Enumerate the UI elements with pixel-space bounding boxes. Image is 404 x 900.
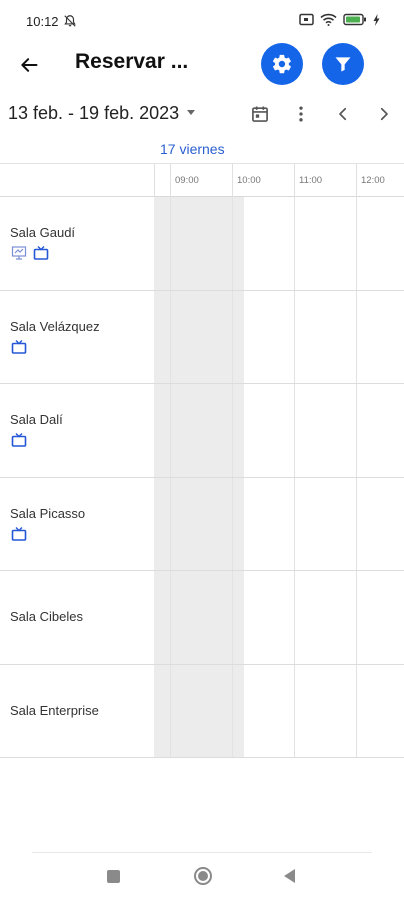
screen-icon xyxy=(299,13,314,26)
unavailable-slot xyxy=(154,197,244,290)
hour-label: 12:00 xyxy=(361,175,385,186)
room-name: Sala Cibeles xyxy=(10,609,83,624)
chevron-right-icon xyxy=(380,107,388,121)
tv-icon xyxy=(33,246,49,260)
timeline[interactable] xyxy=(154,290,404,383)
gear-icon xyxy=(272,54,291,74)
battery-icon xyxy=(343,13,366,26)
room-row[interactable]: Sala Dalí xyxy=(0,384,404,478)
nav-divider xyxy=(32,852,372,853)
room-features xyxy=(11,339,27,355)
status-time: 10:12 xyxy=(26,14,59,29)
hour-header: 09:00 10:00 11:00 12:00 xyxy=(0,163,404,197)
room-row[interactable]: Sala Cibeles xyxy=(0,571,404,665)
home-icon[interactable] xyxy=(194,867,212,885)
timeline[interactable] xyxy=(154,664,404,757)
unavailable-slot xyxy=(154,664,244,757)
timeline[interactable] xyxy=(154,571,404,664)
chevron-left-icon xyxy=(339,107,347,121)
status-icons xyxy=(299,13,380,26)
recents-icon[interactable] xyxy=(107,870,120,883)
tv-icon xyxy=(11,339,27,354)
calendar-button[interactable] xyxy=(247,101,273,127)
filter-button[interactable] xyxy=(322,43,364,85)
back-button[interactable] xyxy=(12,48,46,82)
back-icon[interactable] xyxy=(284,869,295,883)
tv-icon xyxy=(11,433,27,447)
filter-icon xyxy=(335,57,351,72)
room-name: Sala Velázquez xyxy=(10,318,100,334)
hour-slot: 09:00 xyxy=(170,164,232,197)
next-week-button[interactable] xyxy=(371,101,397,127)
hour-label: 11:00 xyxy=(299,175,323,186)
hour-spacer xyxy=(154,164,170,197)
hour-slot: 11:00 xyxy=(294,164,356,197)
wifi-icon xyxy=(320,13,337,26)
bell-off-icon xyxy=(64,15,76,27)
date-toolbar: 13 feb. - 19 feb. 2023 xyxy=(0,96,404,130)
unavailable-slot xyxy=(154,290,244,383)
calendar-icon xyxy=(252,106,268,122)
date-range-selector[interactable]: 13 feb. - 19 feb. 2023 xyxy=(8,103,179,124)
room-row[interactable]: Sala Picasso xyxy=(0,477,404,571)
previous-week-button[interactable] xyxy=(330,101,356,127)
tv-icon xyxy=(11,526,27,541)
hour-slot: 10:00 xyxy=(232,164,294,197)
room-name: Sala Enterprise xyxy=(10,702,99,718)
room-name: Sala Dalí xyxy=(10,412,63,427)
timeline[interactable] xyxy=(154,477,404,570)
day-label[interactable]: 17 viernes xyxy=(160,141,225,157)
hour-slot: 12:00 xyxy=(356,164,404,197)
more-vertical-icon xyxy=(299,106,303,122)
room-row[interactable]: Sala Gaudí xyxy=(0,197,404,291)
hour-label: 10:00 xyxy=(237,175,261,186)
charging-icon xyxy=(373,13,380,26)
hour-label: 09:00 xyxy=(175,175,199,186)
settings-button[interactable] xyxy=(261,43,303,85)
room-row[interactable]: Sala Velázquez xyxy=(0,290,404,384)
status-bar: 10:12 xyxy=(0,0,404,44)
unavailable-slot xyxy=(154,477,244,570)
room-features xyxy=(11,245,49,261)
page-title: Reservar ... xyxy=(75,50,189,73)
more-options-button[interactable] xyxy=(288,101,314,127)
unavailable-slot xyxy=(154,571,244,664)
presentation-icon xyxy=(11,246,27,260)
arrow-left-icon xyxy=(21,58,38,72)
caret-down-icon[interactable] xyxy=(187,110,195,115)
room-features xyxy=(11,526,27,542)
system-nav-bar xyxy=(0,860,404,894)
room-features xyxy=(11,432,27,448)
room-name: Sala Gaudí xyxy=(10,225,76,240)
app-bar: Reservar ... xyxy=(0,40,404,88)
room-name: Sala Picasso xyxy=(10,505,86,521)
room-row[interactable]: Sala Enterprise xyxy=(0,664,404,758)
timeline[interactable] xyxy=(154,384,404,477)
timeline[interactable] xyxy=(154,197,404,290)
unavailable-slot xyxy=(154,384,244,477)
room-list: Sala Gaudí Sala Velázquez Sala Dalí Sala… xyxy=(0,197,404,758)
